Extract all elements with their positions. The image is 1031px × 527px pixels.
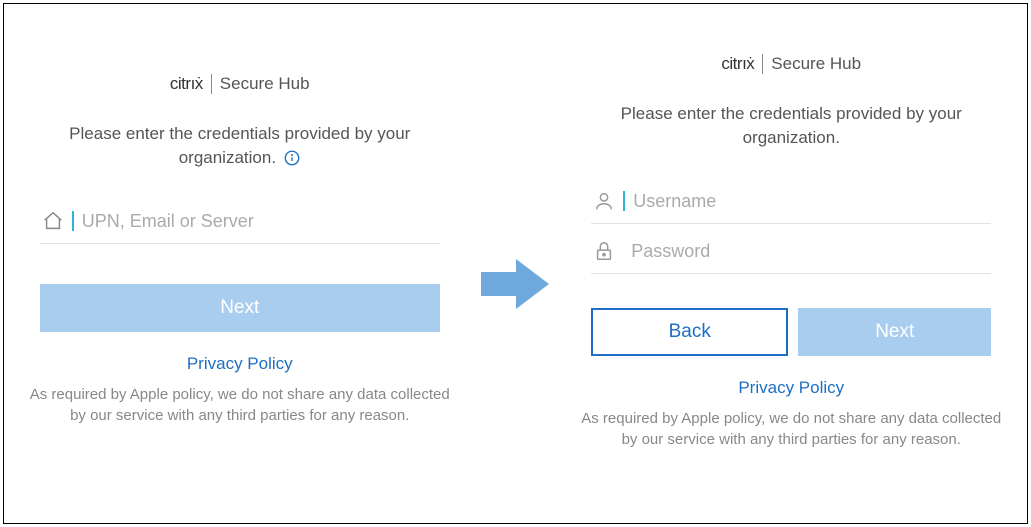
disclaimer-text: As required by Apple policy, we do not s… xyxy=(30,384,450,426)
back-button[interactable]: Back xyxy=(591,308,788,356)
lock-icon xyxy=(593,240,621,262)
instruction-text: Please enter the credentials provided by… xyxy=(591,102,991,150)
username-input[interactable] xyxy=(627,190,989,213)
home-icon xyxy=(42,210,70,232)
brand-row: citrıẋ Secure Hub xyxy=(170,74,310,94)
button-row: Next xyxy=(40,284,440,332)
server-input[interactable] xyxy=(76,210,438,233)
disclaimer-text: As required by Apple policy, we do not s… xyxy=(581,408,1001,450)
password-input[interactable] xyxy=(621,240,989,263)
screen-enter-server: citrıẋ Secure Hub Please enter the crede… xyxy=(4,4,476,446)
product-name: Secure Hub xyxy=(771,54,861,74)
username-field[interactable] xyxy=(591,180,991,224)
brand-row: citrıẋ Secure Hub xyxy=(721,54,861,74)
screen-credentials: citrıẋ Secure Hub Please enter the crede… xyxy=(556,4,1028,470)
citrix-logo: citrıẋ xyxy=(170,74,212,94)
user-icon xyxy=(593,190,621,212)
button-row: Back Next xyxy=(591,308,991,356)
text-cursor xyxy=(623,191,625,211)
server-field[interactable] xyxy=(40,200,440,244)
product-name: Secure Hub xyxy=(220,74,310,94)
privacy-policy-link[interactable]: Privacy Policy xyxy=(738,378,844,398)
text-cursor xyxy=(72,211,74,231)
instruction-text-content: Please enter the credentials provided by… xyxy=(69,124,410,167)
next-button[interactable]: Next xyxy=(40,284,440,332)
citrix-logo: citrıẋ xyxy=(721,54,763,74)
flow-arrow xyxy=(476,4,556,314)
arrow-right-icon xyxy=(481,254,551,314)
next-button[interactable]: Next xyxy=(798,308,991,356)
password-field[interactable] xyxy=(591,230,991,274)
privacy-policy-link[interactable]: Privacy Policy xyxy=(187,354,293,374)
app-frame: citrıẋ Secure Hub Please enter the crede… xyxy=(3,3,1028,524)
info-icon[interactable] xyxy=(283,149,301,167)
instruction-text: Please enter the credentials provided by… xyxy=(40,122,440,170)
